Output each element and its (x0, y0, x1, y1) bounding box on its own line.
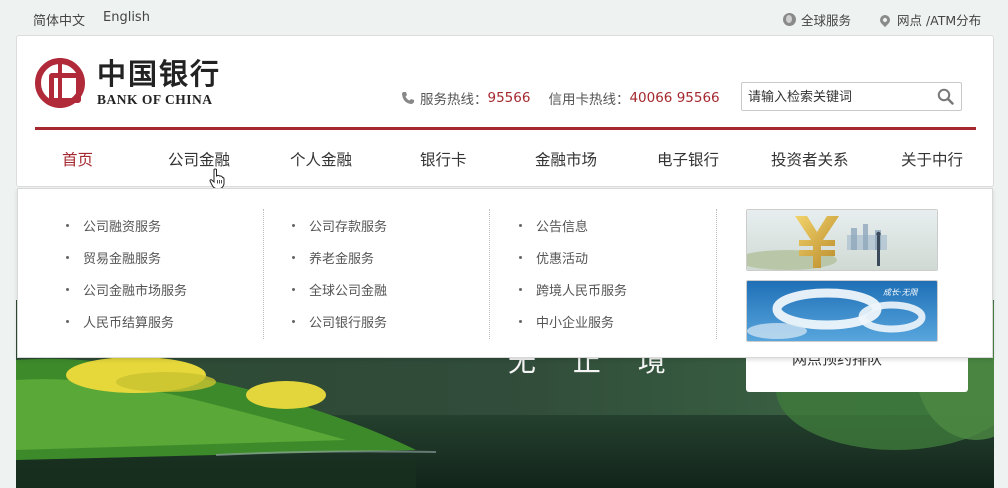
nav-item-corporate-banking[interactable]: 公司金融 (168, 148, 230, 170)
bank-logo-mark (35, 58, 85, 108)
phone-icon (402, 92, 414, 104)
nav-item-financial-markets[interactable]: 金融市场 (535, 148, 597, 170)
search-icon[interactable] (937, 88, 954, 105)
global-services-link[interactable]: 全球服务 (783, 10, 851, 29)
main-nav: 首页 公司金融 个人金融 银行卡 金融市场 电子银行 投资者关系 关于中行 (17, 148, 995, 170)
promo-banner-yuan[interactable] (746, 209, 938, 271)
hand-cursor-icon (209, 168, 225, 189)
dropdown-link[interactable]: 公司金融市场服务 (66, 273, 187, 305)
dropdown-link[interactable]: 公司存款服务 (292, 209, 387, 241)
nav-item-investor-relations[interactable]: 投资者关系 (771, 148, 849, 170)
dropdown-link[interactable]: 人民币结算服务 (66, 305, 187, 337)
dropdown-link[interactable]: 全球公司金融 (292, 273, 387, 305)
search-input[interactable] (748, 88, 928, 106)
service-hotline-number: 95566 (487, 90, 531, 106)
global-services-label: 全球服务 (801, 13, 852, 28)
site-header: 中国银行 BANK OF CHINA 服务热线： 95566 信用卡热线： 40… (16, 35, 995, 189)
globe-icon (783, 13, 796, 26)
map-pin-icon (877, 12, 893, 27)
branches-atm-label: 网点 /ATM分布 (897, 13, 982, 28)
dropdown-column-2: 公司存款服务 养老金服务 全球公司金融 公司银行服务 (292, 209, 387, 339)
corporate-banking-dropdown: 公司融资服务 贸易金融服务 公司金融市场服务 人民币结算服务 公司存款服务 养老… (17, 188, 993, 358)
dropdown-link[interactable]: 公司融资服务 (66, 209, 187, 241)
bank-name-cn: 中国银行 (97, 57, 222, 91)
lang-english-link[interactable]: English (103, 10, 150, 25)
promo-banner-growth[interactable]: 成长·无限 (746, 280, 938, 342)
dropdown-column-1: 公司融资服务 贸易金融服务 公司金融市场服务 人民币结算服务 (66, 209, 187, 339)
dropdown-link[interactable]: 贸易金融服务 (66, 241, 187, 273)
hotlines: 服务热线： 95566 信用卡热线： 40066 95566 (401, 88, 720, 108)
nav-item-about-us[interactable]: 关于中行 (901, 148, 963, 170)
nav-item-e-banking[interactable]: 电子银行 (657, 148, 719, 170)
dropdown-link[interactable]: 中小企业服务 (519, 305, 627, 337)
column-divider (489, 209, 490, 339)
promo-growth-image: 成长·无限 (747, 281, 937, 341)
bank-name-en: BANK OF CHINA (97, 92, 213, 107)
nav-item-bank-cards[interactable]: 银行卡 (420, 148, 467, 170)
lang-simplified-chinese-link[interactable]: 简体中文 (33, 10, 85, 29)
promo-growth-text: 成长·无限 (883, 288, 919, 297)
column-divider (716, 209, 717, 339)
service-hotline-label: 服务热线： (420, 92, 488, 108)
search-box (741, 82, 962, 111)
nav-item-home[interactable]: 首页 (62, 148, 93, 170)
dropdown-column-3: 公告信息 优惠活动 跨境人民币服务 中小企业服务 (519, 209, 627, 339)
promo-yuan-image (747, 210, 937, 270)
header-divider (35, 127, 976, 130)
branches-atm-link[interactable]: 网点 /ATM分布 (877, 10, 982, 29)
dropdown-link[interactable]: 跨境人民币服务 (519, 273, 627, 305)
column-divider (263, 209, 264, 339)
dropdown-link[interactable]: 公司银行服务 (292, 305, 387, 337)
nav-item-personal-banking[interactable]: 个人金融 (290, 148, 352, 170)
bank-logo[interactable]: 中国银行 BANK OF CHINA (35, 58, 221, 108)
credit-card-hotline-number: 40066 95566 (629, 90, 720, 106)
dropdown-link[interactable]: 优惠活动 (519, 241, 627, 273)
dropdown-link[interactable]: 养老金服务 (292, 241, 387, 273)
top-utility-bar: 简体中文 English 全球服务 网点 /ATM分布 (0, 0, 1008, 34)
dropdown-link[interactable]: 公告信息 (519, 209, 627, 241)
credit-card-hotline-label: 信用卡热线： (548, 92, 630, 108)
